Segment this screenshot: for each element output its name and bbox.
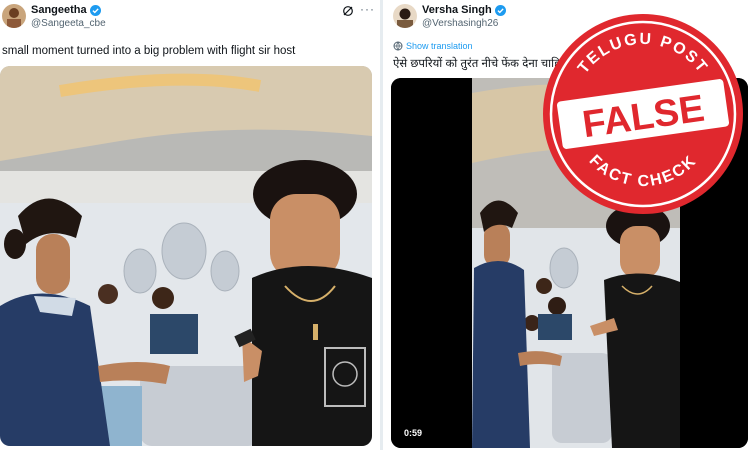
left-tweet: Sangeetha @Sangeeta_cbe ··· small moment… xyxy=(0,0,380,450)
left-author-handle[interactable]: @Sangeeta_cbe xyxy=(31,18,106,29)
verified-badge-icon xyxy=(494,4,506,16)
right-author-avatar[interactable] xyxy=(393,4,417,28)
left-author-name[interactable]: Sangeetha xyxy=(31,4,87,16)
left-tweet-header: Sangeetha @Sangeeta_cbe ··· xyxy=(0,0,380,38)
verified-badge-icon xyxy=(89,4,101,16)
right-author-name[interactable]: Versha Singh xyxy=(422,4,492,16)
right-tweet-text: ऐसे छपरियों को तुरंत नीचे फेंक देना चाहि xyxy=(393,58,561,70)
fact-check-stamp: TELUGU POST FACT CHECK FALSE xyxy=(541,12,746,217)
grok-icon[interactable] xyxy=(342,5,354,17)
more-options-icon[interactable]: ··· xyxy=(360,2,375,16)
show-translation-label[interactable]: Show translation xyxy=(406,41,473,51)
left-tweet-video[interactable] xyxy=(0,66,372,446)
left-author-avatar[interactable] xyxy=(2,4,26,28)
right-author-handle[interactable]: @Vershasingh26 xyxy=(422,18,498,29)
left-tweet-text: small moment turned into a big problem w… xyxy=(2,45,296,57)
video-duration: 0:59 xyxy=(404,428,423,438)
translate-globe-icon xyxy=(393,41,403,51)
show-translation-link[interactable]: Show translation xyxy=(393,41,473,51)
